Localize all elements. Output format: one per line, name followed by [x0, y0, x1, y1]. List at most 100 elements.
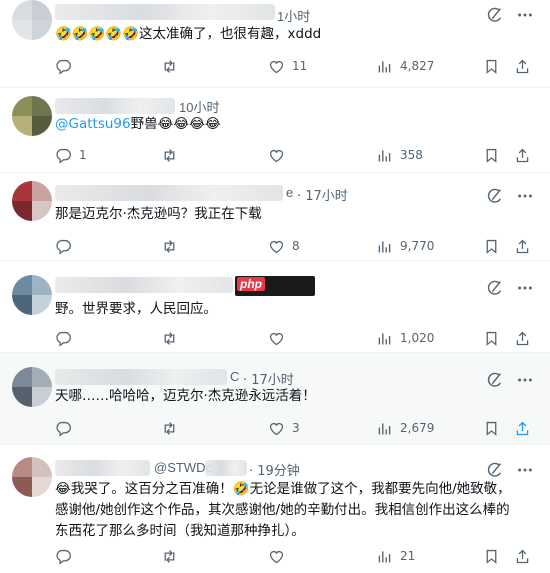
- avatar[interactable]: [12, 0, 52, 40]
- post-timestamp[interactable]: · 19分钟: [249, 460, 300, 479]
- reply-button[interactable]: [55, 56, 79, 76]
- bookmark-icon: [486, 239, 497, 254]
- bookmark-button[interactable]: [483, 236, 500, 256]
- avatar[interactable]: [12, 457, 52, 497]
- retweet-button[interactable]: [161, 56, 185, 76]
- avatar[interactable]: [12, 181, 52, 221]
- bookmark-button[interactable]: [483, 145, 500, 165]
- retweet-button[interactable]: [161, 236, 185, 256]
- retweet-icon: [164, 331, 175, 345]
- like-icon: [269, 60, 284, 73]
- retweet-icon: [164, 59, 175, 73]
- like-button[interactable]: [268, 328, 292, 348]
- views-button[interactable]: 9,770: [376, 236, 434, 256]
- views-button[interactable]: 1,020: [376, 328, 434, 348]
- post-text-content: 野兽😂😂😂😂: [130, 116, 221, 132]
- reply-button[interactable]: [55, 546, 79, 566]
- author-name-blurred[interactable]: [55, 369, 227, 385]
- retweet-button[interactable]: [161, 418, 185, 438]
- views-icon: [378, 422, 391, 434]
- reply-icon: [56, 59, 71, 75]
- share-button[interactable]: [514, 236, 531, 256]
- view-count: 21: [400, 549, 416, 563]
- reply-post[interactable]: C · 17小时 天哪……哈哈哈，迈克尔·杰克逊永远活着！ 3 2,679: [0, 353, 550, 445]
- views-icon: [378, 60, 391, 72]
- like-icon: [269, 240, 284, 253]
- like-button[interactable]: 11: [268, 56, 307, 76]
- share-icon: [516, 59, 529, 73]
- retweet-icon: [164, 421, 175, 435]
- author-name-blurred[interactable]: [55, 4, 275, 20]
- bookmark-button[interactable]: [483, 418, 500, 438]
- share-button[interactable]: [514, 328, 531, 348]
- retweet-icon: [164, 549, 175, 563]
- reply-button[interactable]: [55, 236, 79, 256]
- mention-link[interactable]: @Gattsu96: [55, 116, 131, 132]
- view-count: 1,020: [400, 331, 435, 345]
- avatar[interactable]: [12, 367, 52, 407]
- views-button[interactable]: 358: [376, 145, 423, 165]
- share-button[interactable]: [514, 145, 531, 165]
- share-button[interactable]: [514, 56, 531, 76]
- like-button[interactable]: 3: [268, 418, 300, 438]
- share-icon: [516, 421, 529, 435]
- share-button[interactable]: [514, 546, 531, 566]
- retweet-icon: [164, 239, 175, 253]
- reply-icon: [56, 331, 71, 347]
- bookmark-button[interactable]: [483, 56, 500, 76]
- reply-icon: [56, 549, 71, 565]
- more-icon[interactable]: [516, 461, 534, 479]
- avatar[interactable]: [12, 96, 52, 136]
- reply-post[interactable]: 10小时 @Gattsu96野兽😂😂😂😂 1 358: [0, 88, 550, 173]
- views-icon: [378, 149, 391, 161]
- reply-button[interactable]: [55, 328, 79, 348]
- reply-post[interactable]: 1小时 🤣🤣🤣🤣🤣这太准确了，也很有趣，xddd 11 4,827: [0, 0, 550, 88]
- like-button[interactable]: [268, 546, 292, 566]
- grok-icon[interactable]: [486, 461, 504, 479]
- like-count: 8: [292, 239, 300, 253]
- retweet-button[interactable]: [161, 546, 185, 566]
- grok-icon[interactable]: [486, 279, 504, 297]
- action-bar: 1 358: [55, 145, 535, 165]
- reply-post[interactable]: @STWDc · 19分钟 😂我哭了。这百分之百准确！🤣无论是谁做了这个，我都要…: [0, 445, 550, 573]
- bookmark-button[interactable]: [483, 328, 500, 348]
- share-button[interactable]: [514, 418, 531, 438]
- views-icon: [378, 332, 391, 344]
- like-count: 11: [292, 59, 308, 73]
- reply-button[interactable]: [55, 418, 79, 438]
- reply-post[interactable]: e · 17小时 那是迈克尔·杰克逊吗？我正在下载 8 9,770: [0, 173, 550, 261]
- more-icon[interactable]: [516, 187, 534, 205]
- action-bar: 21: [55, 546, 535, 566]
- avatar[interactable]: [12, 275, 52, 315]
- author-name-partial[interactable]: e: [286, 185, 293, 200]
- like-icon: [269, 422, 284, 435]
- watermark-label: php: [237, 277, 265, 291]
- post-text: @Gattsu96野兽😂😂😂😂: [55, 114, 532, 135]
- post-timestamp[interactable]: · 17小时: [297, 185, 348, 204]
- author-handle-partial[interactable]: @STWDc: [154, 460, 212, 475]
- like-button[interactable]: [268, 145, 292, 165]
- post-text: 天哪……哈哈哈，迈克尔·杰克逊永远活着！: [55, 388, 316, 404]
- like-button[interactable]: 8: [268, 236, 300, 256]
- reply-feed: 1小时 🤣🤣🤣🤣🤣这太准确了，也很有趣，xddd 11 4,827 10小时 @…: [0, 0, 550, 573]
- post-timestamp[interactable]: 1小时: [277, 6, 310, 25]
- views-button[interactable]: 21: [376, 546, 415, 566]
- author-name-blurred[interactable]: [55, 98, 175, 114]
- grok-icon[interactable]: [486, 6, 504, 24]
- reply-button[interactable]: 1: [55, 145, 87, 165]
- share-icon: [516, 331, 529, 345]
- author-name-blurred[interactable]: [55, 185, 283, 201]
- views-button[interactable]: 4,827: [376, 56, 434, 76]
- author-name-partial[interactable]: C: [230, 369, 239, 384]
- retweet-button[interactable]: [161, 145, 185, 165]
- author-name-blurred[interactable]: [55, 277, 233, 293]
- author-name-blurred[interactable]: [55, 460, 150, 476]
- retweet-button[interactable]: [161, 328, 185, 348]
- like-count: 3: [292, 421, 300, 435]
- reply-post[interactable]: 野。世界要求，人民回应。 1,020: [0, 261, 550, 353]
- more-icon[interactable]: [516, 6, 534, 24]
- more-icon[interactable]: [516, 279, 534, 297]
- bookmark-button[interactable]: [483, 546, 500, 566]
- grok-icon[interactable]: [486, 187, 504, 205]
- views-button[interactable]: 2,679: [376, 418, 434, 438]
